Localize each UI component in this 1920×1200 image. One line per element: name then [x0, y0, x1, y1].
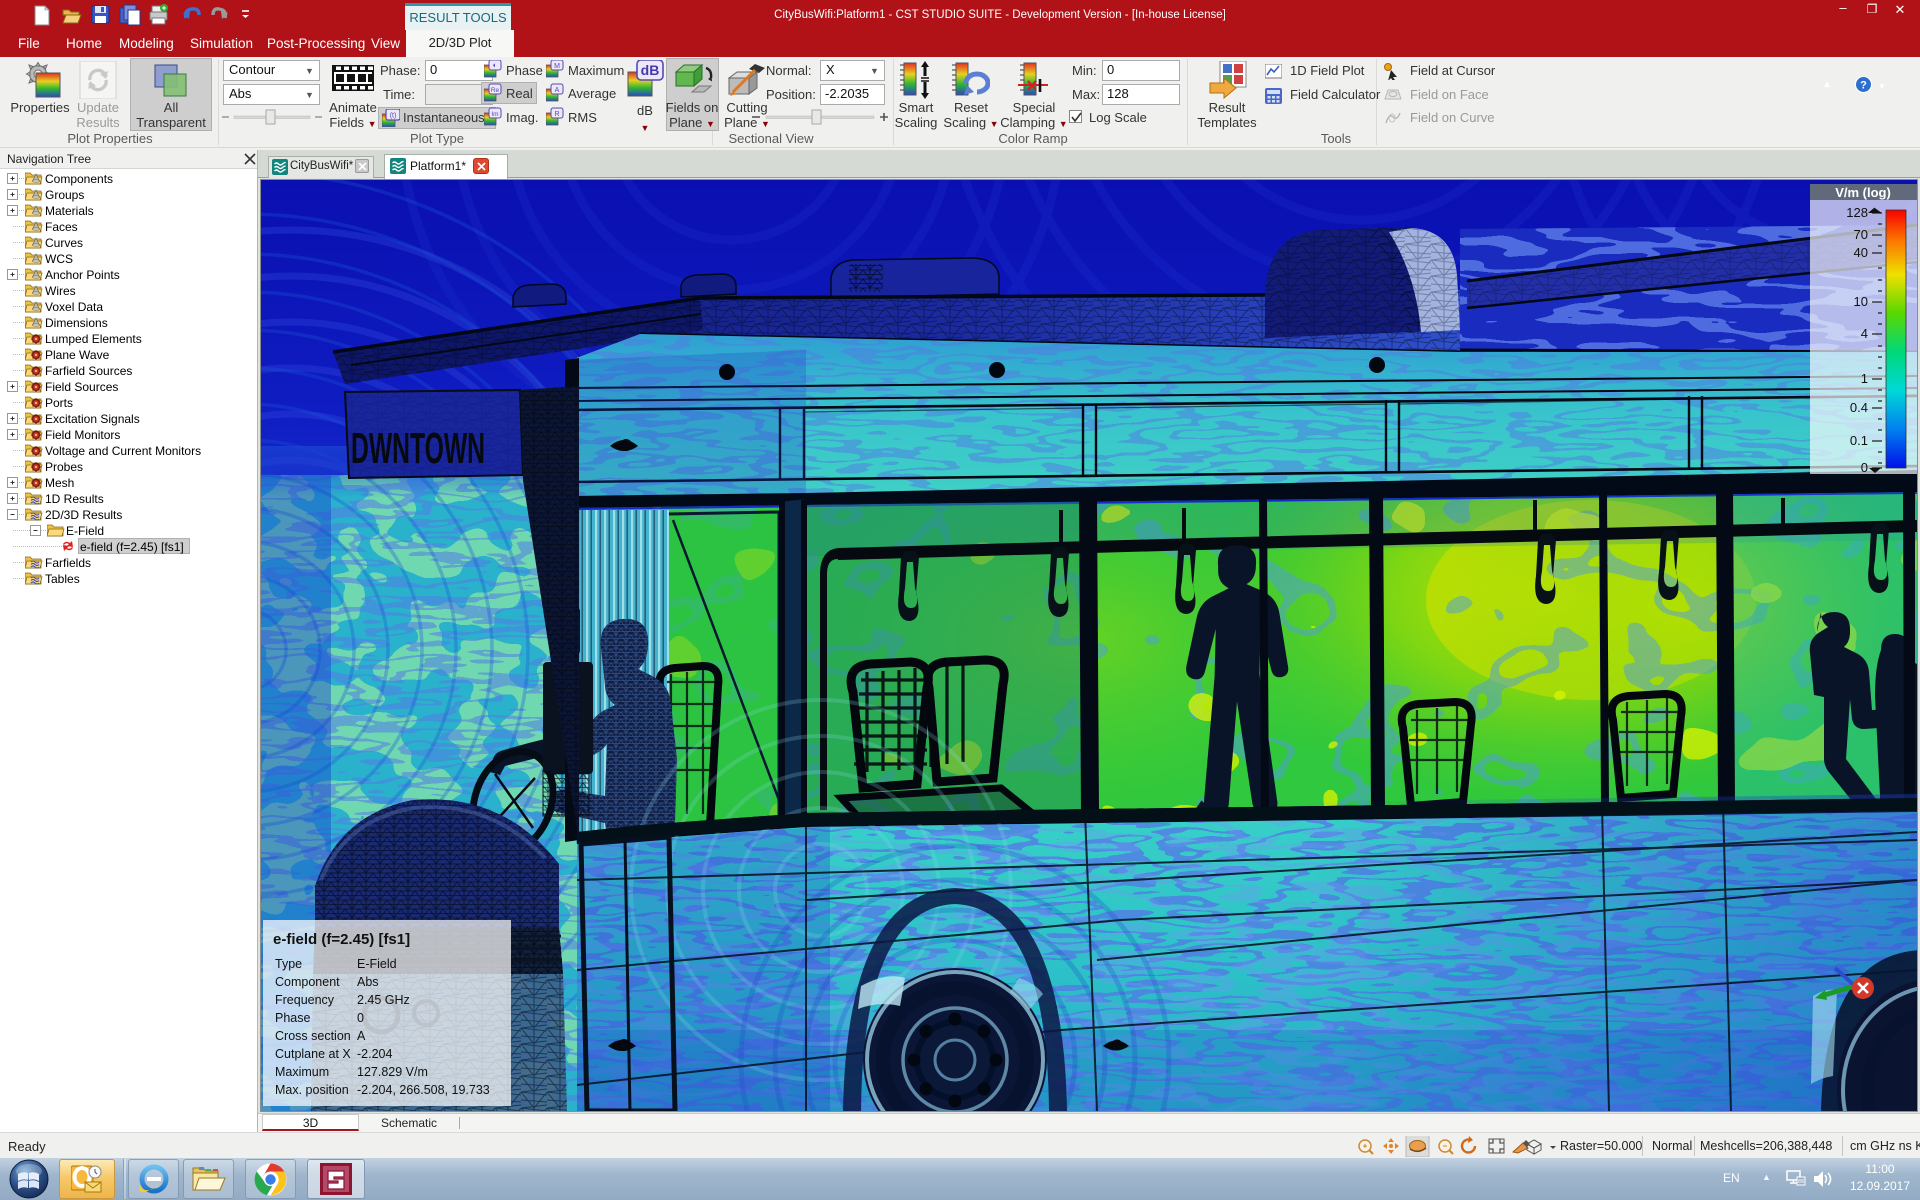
svg-text:V/m (log): V/m (log)	[1835, 185, 1891, 200]
svg-text:0.4: 0.4	[1850, 400, 1868, 415]
svg-text:A: A	[357, 1029, 366, 1043]
svg-text:Re: Re	[491, 87, 500, 94]
svg-text:128: 128	[1846, 205, 1868, 220]
svg-text:A: A	[555, 87, 560, 94]
svg-text:70: 70	[1854, 227, 1868, 242]
svg-text:e-field (f=2.45) [fs1]: e-field (f=2.45) [fs1]	[273, 931, 410, 948]
svg-text:(t): (t)	[390, 113, 397, 120]
svg-text:1: 1	[1861, 371, 1868, 386]
svg-text:0: 0	[1861, 460, 1868, 475]
svg-text:E-Field: E-Field	[357, 957, 397, 971]
svg-text:M: M	[554, 63, 560, 70]
svg-text:40: 40	[1854, 245, 1868, 260]
svg-text:Phase: Phase	[275, 1011, 310, 1025]
svg-text:Type: Type	[275, 957, 302, 971]
svg-text:127.829 V/m: 127.829 V/m	[357, 1065, 428, 1079]
svg-text:R: R	[554, 111, 559, 118]
svg-text:2.45 GHz: 2.45 GHz	[357, 993, 410, 1007]
svg-text:Cross section: Cross section	[275, 1029, 351, 1043]
svg-text:DWNTOWN: DWNTOWN	[351, 424, 485, 473]
svg-text:◐: ◐	[493, 61, 498, 70]
svg-text:dB: dB	[641, 62, 660, 78]
svg-text:0.1: 0.1	[1850, 433, 1868, 448]
svg-text:Frequency: Frequency	[275, 993, 335, 1007]
svg-text:?: ?	[1860, 80, 1867, 92]
svg-text:-2.204, 266.508, 19.733: -2.204, 266.508, 19.733	[357, 1083, 490, 1097]
svg-text:Component: Component	[275, 975, 340, 989]
svg-text:Max. position: Max. position	[275, 1083, 349, 1097]
svg-text:4: 4	[1861, 326, 1868, 341]
svg-text:10: 10	[1854, 294, 1868, 309]
svg-text:-2.204: -2.204	[357, 1047, 392, 1061]
svg-text:Abs: Abs	[357, 975, 379, 989]
svg-text:Im: Im	[491, 111, 498, 118]
svg-text:0: 0	[357, 1011, 364, 1025]
svg-text:Maximum: Maximum	[275, 1065, 329, 1079]
svg-text:Cutplane at X: Cutplane at X	[275, 1047, 351, 1061]
